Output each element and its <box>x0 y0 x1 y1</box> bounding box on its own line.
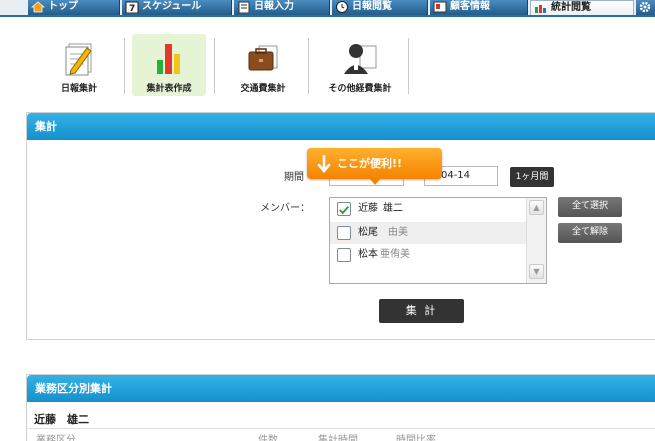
tab-top-label: トップ <box>48 1 78 12</box>
member-checkbox[interactable] <box>337 202 351 216</box>
submenu-divider <box>308 38 309 94</box>
deselect-all-button[interactable]: 全て解除 <box>558 223 622 243</box>
member-list[interactable]: 近藤 雄二 松尾 由美 松本 亜侑美 ▲ ▼ <box>329 197 547 284</box>
list-item[interactable]: 松尾 由美 <box>330 222 526 244</box>
submenu-label: その他経費集計 <box>328 84 392 94</box>
member-surname: 松本 <box>358 249 378 260</box>
col-header-category: 業務区分 <box>36 435 76 441</box>
member-checkbox[interactable] <box>337 226 351 240</box>
tab-schedule-label: スケジュール <box>142 1 202 12</box>
report-pencil-icon <box>65 43 92 76</box>
tab-schedule[interactable]: 7 スケジュール <box>122 0 232 15</box>
arrow-down-icon <box>317 155 331 173</box>
scroll-down-icon[interactable]: ▼ <box>529 264 544 279</box>
checkmark-icon <box>339 205 349 215</box>
tab-daily-input[interactable]: 日報入力 <box>234 0 330 15</box>
tab-statistics[interactable]: 統計閲覧 <box>530 0 634 15</box>
period-label: 期間 <box>284 172 304 183</box>
person-expense-icon <box>344 44 377 74</box>
member-checkbox[interactable] <box>337 248 351 262</box>
tab-daily-input-label: 日報入力 <box>254 1 294 12</box>
calendar-7-icon: 7 <box>125 1 139 13</box>
briefcase-icon <box>248 45 278 71</box>
list-item[interactable]: 松本 亜侑美 <box>330 244 526 266</box>
statistics-icon <box>535 5 546 13</box>
tab-statistics-label: 統計閲覧 <box>551 2 591 13</box>
submenu-label: 日報集計 <box>60 84 97 94</box>
submenu-create-table[interactable]: 集計表作成 <box>132 34 206 96</box>
submenu-label: 集計表作成 <box>146 84 192 94</box>
list-item[interactable]: 近藤 雄二 <box>330 198 526 220</box>
member-label: メンバー： <box>260 203 310 214</box>
gear-icon <box>639 1 651 13</box>
submenu-daily-report-summary[interactable]: 日報集計 <box>38 34 120 96</box>
scroll-up-icon[interactable]: ▲ <box>529 200 544 215</box>
member-given-name: 亜侑美 <box>380 249 410 260</box>
tab-settings[interactable] <box>636 0 655 15</box>
submenu-divider <box>214 38 215 94</box>
person-name: 近藤 雄二 <box>34 413 89 426</box>
col-header-time: 集計時間 <box>318 435 358 441</box>
aggregate-button[interactable]: 集 計 <box>379 299 464 323</box>
col-header-count: 件数 <box>258 435 278 441</box>
select-all-button[interactable]: 全て選択 <box>558 197 622 217</box>
divider <box>26 428 655 429</box>
submenu-divider <box>124 38 125 94</box>
notebook-icon <box>238 1 250 13</box>
tab-daily-view-label: 日報閲覧 <box>352 1 392 12</box>
submenu-divider <box>408 38 409 94</box>
bar-chart-icon <box>157 44 180 74</box>
clock-icon <box>336 1 348 13</box>
customer-card-icon <box>433 1 447 13</box>
one-month-button[interactable]: 1ヶ月間 <box>510 167 554 187</box>
summary-panel-title: 集計 <box>27 113 655 140</box>
member-surname: 近藤 <box>358 203 378 214</box>
col-header-ratio: 時間比率 <box>396 435 436 441</box>
submenu-label: 交通費集計 <box>240 84 286 94</box>
tab-customer-info-label: 顧客情報 <box>450 1 490 12</box>
member-given-name: 由美 <box>388 227 408 238</box>
callout-tail <box>369 178 381 185</box>
category-summary-title: 業務区分別集計 <box>27 375 655 402</box>
top-tab-bar: トップ 7 スケジュール 日報入力 日報閲覧 顧客情報 統計閲覧 <box>0 0 655 17</box>
submenu-transport-summary[interactable]: 交通費集計 <box>222 34 304 96</box>
member-given-name: 雄二 <box>383 203 403 214</box>
tip-callout-text: ここが便利!! <box>337 157 403 170</box>
home-icon <box>31 1 45 13</box>
member-list-scrollbar[interactable]: ▲ ▼ <box>526 198 546 283</box>
tab-daily-view[interactable]: 日報閲覧 <box>332 0 428 15</box>
tab-customer-info[interactable]: 顧客情報 <box>430 0 528 15</box>
tip-callout: ここが便利!! <box>307 148 442 185</box>
svg-text:7: 7 <box>129 4 135 13</box>
submenu-other-expenses[interactable]: その他経費集計 <box>314 34 406 96</box>
member-surname: 松尾 <box>358 227 378 238</box>
tab-top[interactable]: トップ <box>28 0 120 15</box>
